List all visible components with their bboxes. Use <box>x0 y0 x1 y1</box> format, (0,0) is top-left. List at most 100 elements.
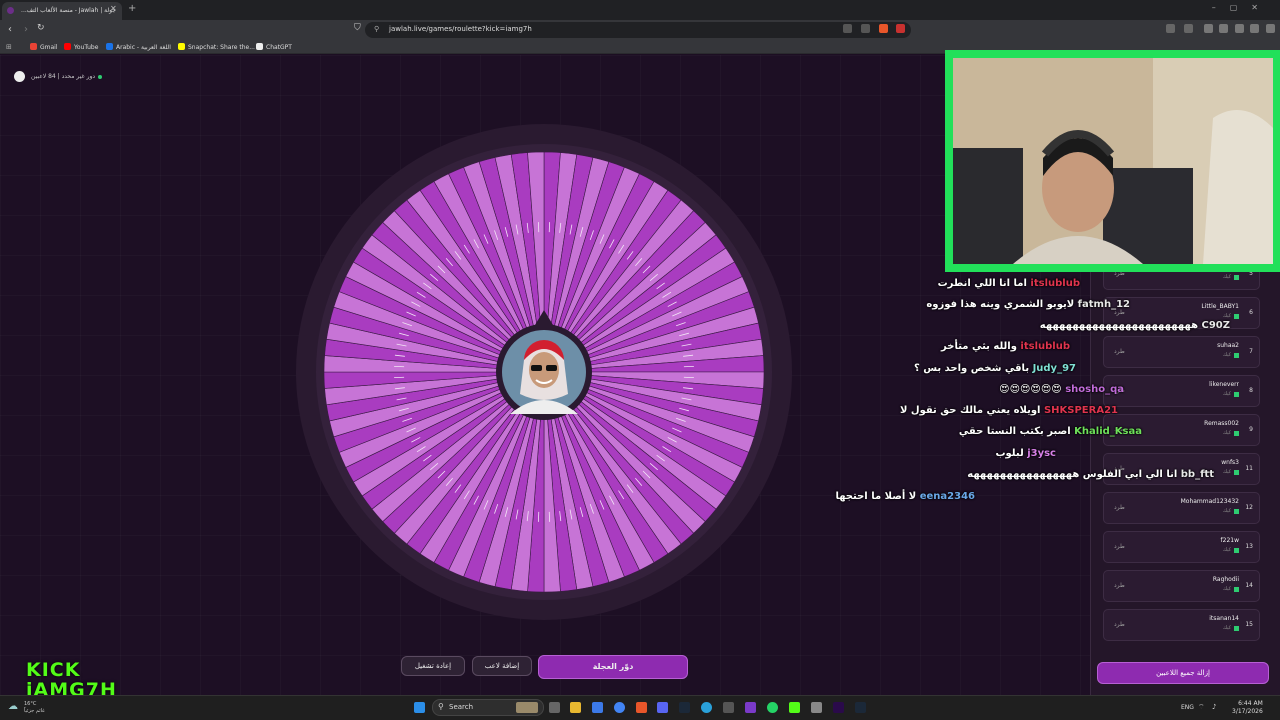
chat-message: 😍😍😍😍😍😍 shosho_qa <box>999 384 1124 395</box>
store-icon[interactable] <box>592 702 603 713</box>
back-icon[interactable]: ‹ <box>8 24 12 35</box>
kick-verified-icon <box>1234 548 1239 553</box>
player-platform: كيك <box>1222 625 1231 631</box>
brave-rewards-icon[interactable] <box>896 24 905 33</box>
chat-text: باقي شخص واحد بس ؟ <box>913 363 1030 374</box>
kick-verified-icon <box>1234 314 1239 319</box>
player-name: Mohammad123432 <box>1180 498 1239 505</box>
player-number: 9 <box>1249 426 1253 433</box>
settings-icon[interactable] <box>811 702 822 713</box>
player-name: likeneverr <box>1209 381 1239 388</box>
app-icon[interactable] <box>723 702 734 713</box>
chat-text: والله بثي متأخر <box>941 341 1017 352</box>
add-player-button[interactable]: إضافة لاعب <box>472 656 532 676</box>
spin-wheel-button[interactable]: دوّر العجلة <box>538 655 688 679</box>
visual-studio-icon[interactable] <box>745 702 756 713</box>
chat-message: انا الي ابي الفلوس ههههههههههههههههه bb_… <box>967 469 1214 480</box>
windows-start-icon[interactable] <box>414 702 425 713</box>
language-indicator[interactable]: ENG <box>1181 704 1194 711</box>
kick-brand-overlay: KICK iAMG7H <box>26 660 117 700</box>
kick-verified-icon <box>1234 392 1239 397</box>
task-view-icon[interactable] <box>549 702 560 713</box>
translate-icon[interactable] <box>843 24 852 33</box>
taskbar-clock[interactable]: 6:44 AM 3/17/2026 <box>1232 700 1263 716</box>
share-icon[interactable] <box>861 24 870 33</box>
chat-username: Judy_97 <box>1032 363 1076 374</box>
chat-username: fatmh_12 <box>1077 299 1130 310</box>
player-row: 7 suhaa2 كيك طرد <box>1103 336 1260 368</box>
extension-icon[interactable] <box>1184 24 1193 33</box>
steam-app-icon[interactable] <box>855 702 866 713</box>
players-status: دور غير محدد | 84 لاعبين <box>14 71 103 82</box>
player-number: 6 <box>1249 309 1253 316</box>
player-platform: كيك <box>1222 508 1231 514</box>
player-row: 8 likeneverr كيك طرد <box>1103 375 1260 407</box>
file-explorer-icon[interactable] <box>570 702 581 713</box>
telegram-icon[interactable] <box>701 702 712 713</box>
bookmark-arabic[interactable]: Arabic - اللغة العربية <box>106 43 171 51</box>
apps-grid-icon[interactable]: ⊞ <box>6 43 12 51</box>
kick-verified-icon <box>1234 431 1239 436</box>
chat-message: لايوبو الشمري وينه هذا فوزوه fatmh_12 <box>926 299 1130 310</box>
sidebar-icon[interactable] <box>1204 24 1213 33</box>
chat-username: shosho_qa <box>1065 384 1124 395</box>
premiere-icon[interactable] <box>833 702 844 713</box>
menu-icon[interactable] <box>1266 24 1275 33</box>
kick-player-button[interactable]: طرد <box>1114 543 1125 550</box>
kick-player-button[interactable]: طرد <box>1114 621 1125 628</box>
network-icon[interactable]: ⌔ <box>1198 703 1205 712</box>
bookmark-gmail[interactable]: Gmail <box>30 43 58 51</box>
bookmark-snapchat[interactable]: Snapchat: Share the... <box>178 43 255 51</box>
new-tab-icon[interactable]: + <box>128 3 136 14</box>
weather-icon[interactable]: ☁ <box>8 701 18 712</box>
forward-icon[interactable]: › <box>24 24 28 35</box>
chat-text: اما انا اللي انطرت <box>937 278 1027 289</box>
kick-player-button[interactable]: طرد <box>1114 582 1125 589</box>
reload-icon[interactable]: ↻ <box>37 23 45 33</box>
bookmark-star-icon[interactable]: ⛉ <box>354 23 361 33</box>
volume-icon[interactable]: ♪ <box>1212 703 1216 711</box>
url-text[interactable]: jawlah.live/games/roulette?kick=iamg7h <box>389 25 532 33</box>
arabic-site-icon <box>106 43 113 50</box>
brave-shield-icon[interactable] <box>879 24 888 33</box>
close-tab-icon[interactable]: ✕ <box>110 4 117 13</box>
bookmark-youtube[interactable]: YouTube <box>64 43 98 51</box>
download-icon[interactable] <box>1250 24 1259 33</box>
chat-message: اصبر بكتب النستا حقي Khalid_Ksaa <box>959 426 1142 437</box>
player-platform: كيك <box>1222 586 1231 592</box>
kick-verified-icon <box>1234 626 1239 631</box>
site-info-icon[interactable]: ⚲ <box>374 25 379 33</box>
kick-player-button[interactable]: طرد <box>1114 348 1125 355</box>
window-controls[interactable]: –▢✕ <box>1212 3 1272 12</box>
weather-widget[interactable]: 16°C غائم جزئياً <box>24 701 45 715</box>
kick-player-button[interactable]: طرد <box>1114 504 1125 511</box>
player-number: 15 <box>1245 621 1253 628</box>
player-name: Raghodii <box>1212 576 1239 583</box>
roulette-wheel[interactable] <box>296 124 792 620</box>
remove-all-players-button[interactable]: إزالة جميع اللاعبين <box>1097 662 1269 684</box>
steam-icon[interactable] <box>679 702 690 713</box>
player-name: itsanan14 <box>1209 615 1239 622</box>
browser-tab[interactable]: جولة | Jawlah - منصة الألعاب التف... <box>2 2 122 20</box>
brave-icon[interactable] <box>636 702 647 713</box>
player-number: 11 <box>1245 465 1253 472</box>
chatgpt-icon <box>256 43 263 50</box>
search-label: Search <box>449 703 474 711</box>
kick-app-icon[interactable] <box>789 702 800 713</box>
chat-username: itslublub <box>1030 278 1080 289</box>
vpn-icon[interactable] <box>1235 24 1244 33</box>
extensions-icon[interactable] <box>1166 24 1175 33</box>
kick-player-button[interactable]: طرد <box>1114 309 1125 316</box>
gmail-icon <box>30 43 37 50</box>
bookmark-chatgpt[interactable]: ChatGPT <box>256 43 292 51</box>
chat-text: لايوبو الشمري وينه هذا فوزوه <box>926 299 1075 310</box>
discord-icon[interactable] <box>657 702 668 713</box>
player-platform: كيك <box>1222 274 1231 280</box>
wallet-icon[interactable] <box>1219 24 1228 33</box>
whatsapp-icon[interactable] <box>767 702 778 713</box>
player-row: 15 itsanan14 كيك طرد <box>1103 609 1260 641</box>
chrome-icon[interactable] <box>614 702 625 713</box>
reset-button[interactable]: إعادة تشغيل <box>401 656 465 676</box>
player-row: 14 Raghodii كيك طرد <box>1103 570 1260 602</box>
chat-text: اصبر بكتب النستا حقي <box>958 426 1071 437</box>
